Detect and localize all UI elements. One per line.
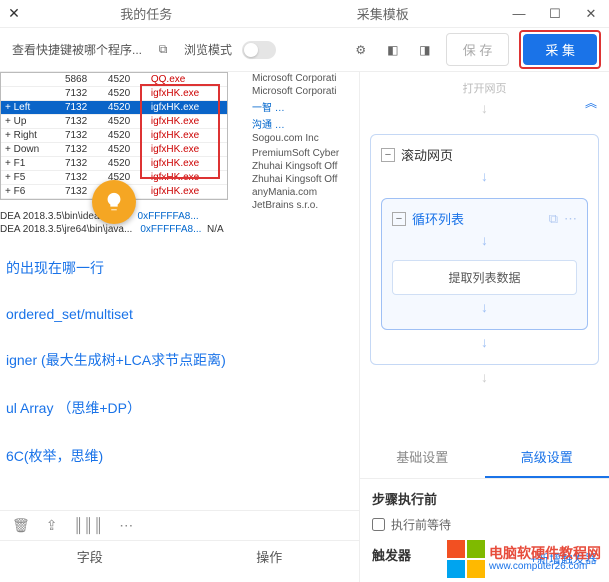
tab-templates[interactable]: 采集模板 <box>265 4 502 23</box>
trash-icon[interactable]: 🗑 <box>12 517 30 534</box>
table-row: + Right71324520igfxHK.exe <box>1 129 227 143</box>
columns-icon[interactable]: ║║║ <box>74 517 104 534</box>
arrow-down-icon: ↓ <box>381 334 588 350</box>
wait-checkbox[interactable] <box>372 518 385 531</box>
upload-icon[interactable]: ⇪ <box>46 517 58 534</box>
collapse-icon[interactable]: − <box>392 212 406 226</box>
loop-node-label: 循环列表 <box>412 209 464 228</box>
watermark-line1: 电脑软硬件教程网 <box>489 545 601 562</box>
ops-header: 操作 <box>180 541 360 572</box>
wait-label: 执行前等待 <box>391 516 451 533</box>
arrow-down-icon: ↓ <box>370 100 599 116</box>
list-item[interactable]: ordered_set/multiset <box>6 306 353 322</box>
layout-left-icon[interactable]: ◧ <box>382 39 404 61</box>
collapse-up-icon[interactable]: ︽ <box>585 94 597 111</box>
more-icon[interactable]: ⋯ <box>119 517 133 534</box>
right-pane: 打开网页 ︽ ↓ − 滚动网页 ↓ − 循环列表 ⧉ ⋯ <box>360 72 609 582</box>
url-text: 查看快捷键被哪个程序... <box>12 41 142 58</box>
copy-icon[interactable]: ⧉ <box>152 39 174 61</box>
maximize-icon[interactable]: ☐ <box>537 6 573 22</box>
extract-node[interactable]: 提取列表数据 <box>392 260 577 295</box>
open-page-node: 打开网页 <box>370 80 599 96</box>
table-row: + Down71324520igfxHK.exe <box>1 143 227 157</box>
link-list: 的出现在哪一行 ordered_set/multiset igner (最大生成… <box>0 242 359 510</box>
scroll-node-label: 滚动网页 <box>401 145 453 164</box>
arrow-down-icon: ↓ <box>392 232 577 248</box>
tab-basic[interactable]: 基础设置 <box>360 437 485 478</box>
lightbulb-fab[interactable] <box>92 180 136 224</box>
layout-right-icon[interactable]: ◨ <box>414 39 436 61</box>
list-item[interactable]: 的出现在哪一行 <box>6 258 353 278</box>
table-row: + Up71324520igfxHK.exe <box>1 115 227 129</box>
preview-label: 浏览模式 <box>184 41 232 58</box>
windows-logo-icon <box>447 540 485 578</box>
watermark-line2: www.computer26.com <box>489 561 601 573</box>
table-row: 58684520QQ.exe <box>1 73 227 87</box>
copy-node-icon[interactable]: ⧉ <box>549 211 558 227</box>
collect-button[interactable]: 采 集 <box>523 34 597 65</box>
titlebar: ✕ 我的任务 采集模板 — ☐ ✕ <box>0 0 609 28</box>
process-list: Microsoft Corporati Microsoft Corporati … <box>252 72 339 212</box>
close-tab-icon[interactable]: ✕ <box>0 5 28 22</box>
save-button[interactable]: 保 存 <box>446 33 510 66</box>
list-item[interactable]: igner (最大生成树+LCA求节点距离) <box>6 350 353 370</box>
table-row: + Left71324520igfxHK.exe <box>1 101 227 115</box>
settings-tabs: 基础设置 高级设置 <box>360 437 609 479</box>
list-item[interactable]: 6C(枚举，思维) <box>6 446 353 466</box>
close-window-icon[interactable]: ✕ <box>573 6 609 22</box>
arrow-down-icon: ↓ <box>370 369 599 385</box>
arrow-down-icon: ↓ <box>381 168 588 184</box>
minimize-icon[interactable]: — <box>501 6 537 22</box>
gear-icon[interactable]: ⚙ <box>350 39 372 61</box>
fields-header: 字段 <box>0 541 180 572</box>
watermark: 电脑软硬件教程网 www.computer26.com <box>447 540 601 578</box>
bottom-bar: 🗑 ⇪ ║║║ ⋯ 字段 操作 <box>0 510 359 564</box>
preview-toggle[interactable] <box>242 41 276 59</box>
left-pane: 58684520QQ.exe 71324520igfxHK.exe + Left… <box>0 72 360 582</box>
list-item[interactable]: ul Array （思维+DP） <box>6 398 353 418</box>
tab-my-tasks[interactable]: 我的任务 <box>28 4 265 23</box>
table-row: + F171324520igfxHK.exe <box>1 157 227 171</box>
collect-button-highlight: 采 集 <box>519 30 601 69</box>
tab-advanced[interactable]: 高级设置 <box>485 437 609 478</box>
arrow-down-icon: ↓ <box>392 299 577 315</box>
before-step-title: 步骤执行前 <box>372 489 597 508</box>
loop-node[interactable]: − 循环列表 ⧉ ⋯ ↓ 提取列表数据 ↓ <box>381 198 588 330</box>
toolbar: 查看快捷键被哪个程序... ⧉ 浏览模式 ⚙ ◧ ◨ 保 存 采 集 <box>0 28 609 72</box>
flow-area: 打开网页 ︽ ↓ − 滚动网页 ↓ − 循环列表 ⧉ ⋯ <box>360 72 609 437</box>
table-row: 71324520igfxHK.exe <box>1 87 227 101</box>
window-controls: — ☐ ✕ <box>501 6 609 22</box>
collapse-icon[interactable]: − <box>381 148 395 162</box>
embedded-screenshot: 58684520QQ.exe 71324520igfxHK.exe + Left… <box>0 72 359 242</box>
scroll-node[interactable]: − 滚动网页 ↓ − 循环列表 ⧉ ⋯ ↓ 提取列表数据 ↓ <box>370 134 599 365</box>
more-node-icon[interactable]: ⋯ <box>564 211 577 227</box>
trigger-title: 触发器 <box>372 545 411 564</box>
